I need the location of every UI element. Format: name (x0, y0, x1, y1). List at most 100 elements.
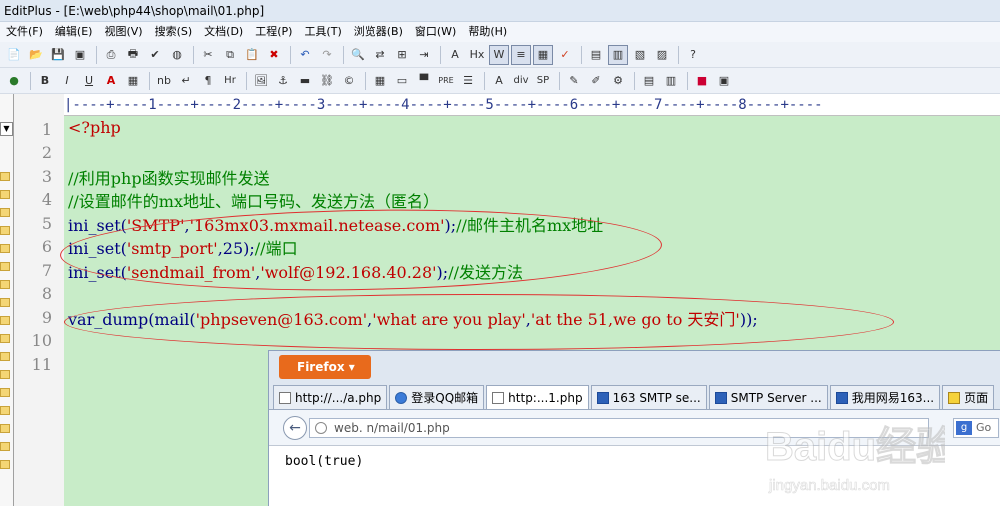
save-icon[interactable]: 💾 (48, 45, 68, 65)
folder-icon[interactable] (0, 334, 10, 343)
italic-button[interactable]: I (57, 71, 77, 91)
doc-icon[interactable]: ▤ (586, 45, 606, 65)
open-folder-icon[interactable]: 📂 (26, 45, 46, 65)
delete-icon[interactable]: ✖ (264, 45, 284, 65)
spellcheck-icon[interactable]: ✔ (145, 45, 165, 65)
browser-tab[interactable]: 登录QQ邮箱 (389, 385, 485, 409)
firefox-menu-button[interactable]: Firefox ▾ (279, 355, 371, 379)
folder-icon[interactable] (0, 406, 10, 415)
nbsp-button[interactable]: nb (154, 71, 174, 91)
folder-icon[interactable] (0, 208, 10, 217)
url-bar[interactable]: web. n/mail/01.php (309, 418, 929, 438)
tile-icon[interactable]: ▥ (661, 71, 681, 91)
heading-button[interactable]: Hr (220, 71, 240, 91)
palette-icon[interactable]: ■ (692, 71, 712, 91)
folder-icon[interactable] (0, 316, 10, 325)
pre-button[interactable]: PRE (436, 71, 456, 91)
comment-icon[interactable]: © (339, 71, 359, 91)
div-button[interactable]: div (511, 71, 531, 91)
menu-window[interactable]: 窗口(W) (409, 22, 462, 42)
tt-icon[interactable]: ▀ (414, 71, 434, 91)
list-icon[interactable]: ☰ (458, 71, 478, 91)
output-window-icon[interactable]: ▨ (652, 45, 672, 65)
menu-edit[interactable]: 编辑(E) (49, 22, 99, 42)
cliptext-window-icon[interactable]: ▧ (630, 45, 650, 65)
hr-line-icon[interactable]: ▬ (295, 71, 315, 91)
link-icon[interactable]: ⛓ (317, 71, 337, 91)
save-all-icon[interactable]: ▣ (70, 45, 90, 65)
image-icon[interactable]: 🖼 (251, 71, 271, 91)
folder-icon[interactable] (0, 352, 10, 361)
redo-icon[interactable]: ↷ (317, 45, 337, 65)
undo-icon[interactable]: ↶ (295, 45, 315, 65)
menu-project[interactable]: 工程(P) (249, 22, 298, 42)
table-icon[interactable]: ▦ (370, 71, 390, 91)
browser-tab-active[interactable]: http:...1.php (486, 385, 589, 409)
folder-icon[interactable] (0, 460, 10, 469)
paragraph-button[interactable]: ¶ (198, 71, 218, 91)
copy-icon[interactable]: ⧉ (220, 45, 240, 65)
replace-icon[interactable]: ⇄ (370, 45, 390, 65)
folder-icon[interactable] (0, 442, 10, 451)
back-arrow-icon[interactable]: ← (283, 416, 307, 440)
font-size-icon[interactable]: A (445, 45, 465, 65)
find-in-files-icon[interactable]: ⊞ (392, 45, 412, 65)
panel-icon[interactable]: ▣ (714, 71, 734, 91)
print-icon[interactable]: 🖶 (123, 45, 143, 65)
new-file-icon[interactable]: 📄 (4, 45, 24, 65)
directory-window-icon[interactable]: ▥ (608, 44, 628, 65)
form-icon[interactable]: ▭ (392, 71, 412, 91)
bold-button[interactable]: B (35, 71, 55, 91)
browser-tab[interactable]: 163 SMTP se... (590, 385, 707, 409)
span-button[interactable]: SP (533, 71, 553, 91)
folder-icon[interactable] (0, 370, 10, 379)
folder-icon[interactable] (0, 244, 10, 253)
menu-document[interactable]: 文档(D) (198, 22, 249, 42)
menu-search[interactable]: 搜索(S) (149, 22, 199, 42)
menu-help[interactable]: 帮助(H) (462, 22, 513, 42)
window-list-icon[interactable]: ▤ (639, 71, 659, 91)
font-color-button[interactable]: A (101, 71, 121, 91)
browser-icon[interactable]: ● (4, 71, 24, 91)
folder-icon[interactable] (0, 388, 10, 397)
line-number: 4 (41, 190, 52, 209)
folder-icon[interactable] (0, 424, 10, 433)
preview-icon[interactable]: ◍ (167, 45, 187, 65)
find-icon[interactable]: 🔍 (348, 45, 368, 65)
menu-file[interactable]: 文件(F) (0, 22, 49, 42)
color-grid-icon[interactable]: ▦ (123, 71, 143, 91)
folder-icon[interactable] (0, 226, 10, 235)
menu-tools[interactable]: 工具(T) (298, 22, 347, 42)
browser-tab[interactable]: 我用网易163... (829, 385, 941, 409)
edit-icon[interactable]: ✎ (564, 71, 584, 91)
check-icon[interactable]: ✓ (555, 45, 575, 65)
folder-icon[interactable] (0, 298, 10, 307)
folder-icon[interactable] (0, 262, 10, 271)
search-box[interactable]: g Go (953, 418, 999, 438)
browser-tab[interactable]: 页面 (942, 385, 995, 409)
drive-dropdown[interactable]: ▼ (0, 122, 13, 136)
menu-view[interactable]: 视图(V) (98, 22, 148, 42)
browser-tab[interactable]: http://.../a.php (273, 385, 388, 409)
highlight-icon[interactable]: ✐ (586, 71, 606, 91)
help-pointer-icon[interactable]: ? (683, 45, 703, 65)
line-number: 9 (41, 308, 52, 327)
line-number-icon[interactable]: ≡ (511, 44, 531, 65)
goto-line-icon[interactable]: ⇥ (414, 45, 434, 65)
browser-tab[interactable]: SMTP Server ... (708, 385, 828, 409)
print-preview-icon[interactable]: ⎙ (101, 45, 121, 65)
folder-icon[interactable] (0, 190, 10, 199)
word-wrap-icon[interactable]: W (489, 44, 509, 65)
folder-icon[interactable] (0, 172, 10, 181)
hex-icon[interactable]: Hx (467, 45, 487, 65)
folder-icon[interactable] (0, 280, 10, 289)
cut-icon[interactable]: ✂ (198, 45, 218, 65)
tools-icon[interactable]: ⚙ (608, 71, 628, 91)
menu-browser[interactable]: 浏览器(B) (348, 22, 409, 42)
column-select-icon[interactable]: ▦ (533, 44, 553, 65)
br-icon[interactable]: ↵ (176, 71, 196, 91)
underline-button[interactable]: U (79, 71, 99, 91)
paste-icon[interactable]: 📋 (242, 45, 262, 65)
text-icon[interactable]: A (489, 71, 509, 91)
anchor-icon[interactable]: ⚓ (273, 71, 293, 91)
